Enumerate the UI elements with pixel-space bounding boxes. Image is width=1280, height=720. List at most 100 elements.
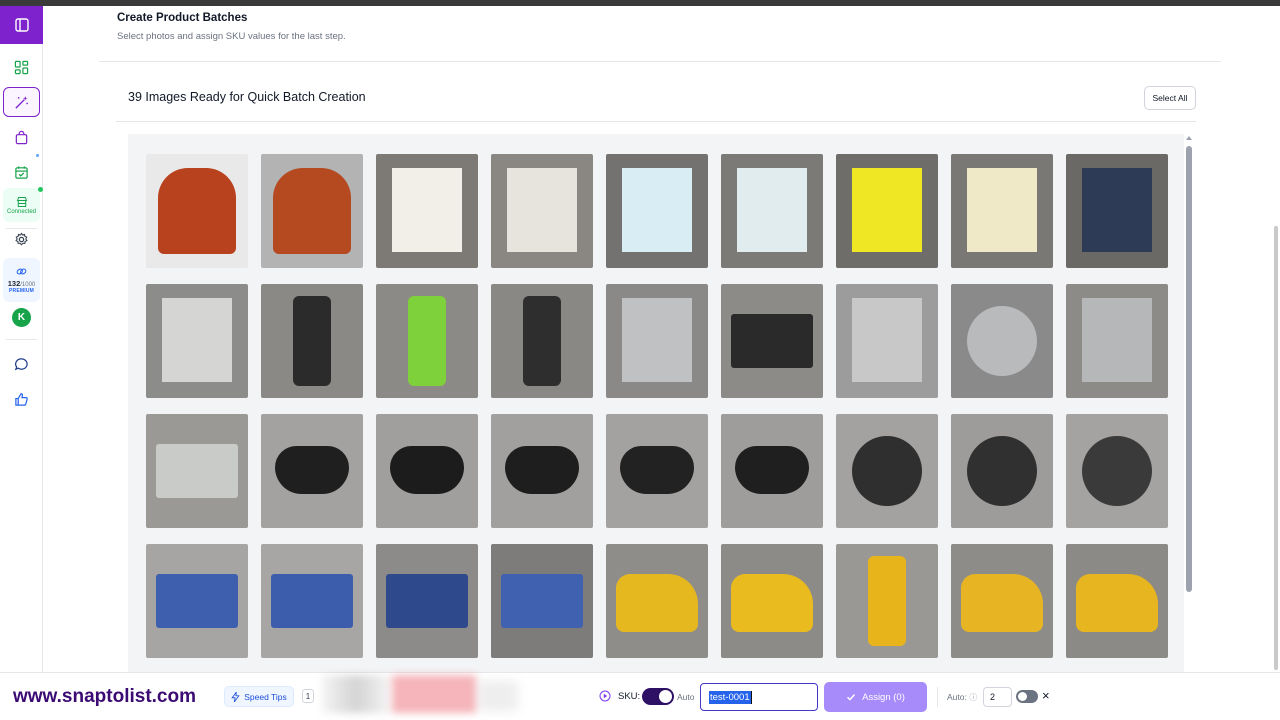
section-divider (116, 121, 1196, 122)
image-thumbnail[interactable] (836, 284, 938, 398)
thumbnail-subject (1082, 298, 1152, 382)
credits-usage-widget[interactable]: 132/1000 PREMIUM (3, 258, 40, 302)
image-thumbnail[interactable] (951, 544, 1053, 658)
image-grid (146, 154, 1168, 658)
store-connection-status[interactable]: Connected (3, 188, 40, 222)
gear-icon (15, 232, 28, 246)
image-thumbnail[interactable] (491, 154, 593, 268)
sku-auto-toggle[interactable] (642, 688, 674, 705)
auto-count-label: Auto: ⓘ (947, 692, 977, 703)
image-thumbnail[interactable] (261, 414, 363, 528)
image-thumbnail[interactable] (1066, 414, 1168, 528)
blurred-region (478, 681, 518, 711)
thumbnail-subject (967, 306, 1037, 376)
image-thumbnail[interactable] (261, 544, 363, 658)
image-thumbnail[interactable] (491, 544, 593, 658)
thumbnail-subject (622, 168, 692, 252)
thumbnail-subject (852, 436, 922, 506)
image-grid-container[interactable] (128, 134, 1184, 674)
image-thumbnail[interactable] (951, 414, 1053, 528)
thumbnail-subject (868, 556, 906, 646)
image-thumbnail[interactable] (1066, 154, 1168, 268)
image-thumbnail[interactable] (836, 544, 938, 658)
sidebar-item-chat[interactable] (3, 349, 40, 379)
thumbnail-subject (271, 574, 353, 628)
image-thumbnail[interactable] (606, 544, 708, 658)
image-thumbnail[interactable] (146, 284, 248, 398)
sidebar-item-batch-creator[interactable] (3, 87, 40, 117)
thumbnail-subject (501, 574, 583, 628)
image-thumbnail[interactable] (491, 284, 593, 398)
image-thumbnail[interactable] (721, 544, 823, 658)
thumbnail-subject (852, 168, 922, 252)
image-thumbnail[interactable] (146, 414, 248, 528)
image-thumbnail[interactable] (261, 284, 363, 398)
image-thumbnail[interactable] (721, 154, 823, 268)
text-cursor (751, 691, 752, 704)
image-thumbnail[interactable] (376, 544, 478, 658)
sidebar-divider (6, 339, 37, 340)
auto-count-text: Auto: (947, 692, 967, 702)
thumbnail-subject (731, 314, 813, 368)
info-icon[interactable]: ⓘ (969, 693, 977, 702)
play-circle-icon[interactable] (599, 690, 611, 702)
thumbnail-subject (408, 296, 446, 386)
image-thumbnail[interactable] (491, 414, 593, 528)
image-thumbnail[interactable] (606, 154, 708, 268)
thumbnail-subject (737, 168, 807, 252)
thumbnail-subject (392, 168, 462, 252)
image-thumbnail[interactable] (376, 284, 478, 398)
assign-label: Assign (0) (862, 691, 905, 703)
image-thumbnail[interactable] (606, 414, 708, 528)
sidebar-toggle-button[interactable] (0, 6, 43, 44)
thumbnail-subject (622, 298, 692, 382)
thumbnail-subject (1082, 168, 1152, 252)
chat-bubble-icon (14, 357, 28, 370)
image-thumbnail[interactable] (146, 544, 248, 658)
toolbar-divider (937, 687, 938, 707)
page-title: Create Product Batches (117, 12, 248, 24)
sidebar-item-settings[interactable] (3, 224, 40, 254)
thumbnail-subject (156, 574, 238, 628)
grid-scrollbar[interactable] (1186, 136, 1192, 666)
thumbs-up-icon (15, 392, 28, 406)
image-thumbnail[interactable] (376, 154, 478, 268)
select-all-button[interactable]: Select All (1144, 86, 1196, 110)
image-thumbnail[interactable] (836, 414, 938, 528)
grid-scroll-thumb[interactable] (1186, 146, 1192, 592)
thumbnail-subject (386, 574, 468, 628)
image-thumbnail[interactable] (721, 414, 823, 528)
sidebar-item-feedback[interactable] (3, 384, 40, 414)
auto-label: Auto (677, 692, 695, 702)
image-thumbnail[interactable] (606, 284, 708, 398)
sidebar-item-products[interactable] (3, 122, 40, 152)
assign-button[interactable]: Assign (0) (824, 682, 927, 712)
user-avatar[interactable]: K (12, 308, 31, 327)
link-icon (16, 268, 27, 275)
sku-input[interactable]: test-0001 (700, 683, 818, 711)
image-thumbnail[interactable] (1066, 284, 1168, 398)
image-thumbnail[interactable] (951, 154, 1053, 268)
magic-wand-icon (15, 95, 28, 109)
image-thumbnail[interactable] (146, 154, 248, 268)
image-thumbnail[interactable] (1066, 544, 1168, 658)
blurred-region (392, 675, 476, 713)
thumbnail-subject (523, 296, 561, 386)
close-bar-button[interactable]: × (1042, 688, 1050, 703)
auto-count-toggle[interactable] (1016, 690, 1038, 703)
page-scrollbar[interactable] (1274, 226, 1278, 670)
sidebar-panel-icon (14, 18, 29, 32)
image-thumbnail[interactable] (376, 414, 478, 528)
sidebar-item-schedule[interactable] (3, 157, 40, 187)
image-thumbnail[interactable] (836, 154, 938, 268)
speed-tips-button[interactable]: Speed Tips (224, 686, 294, 707)
scroll-up-arrow-icon[interactable] (1186, 136, 1192, 140)
sidebar-item-dashboard[interactable] (3, 52, 40, 82)
image-thumbnail[interactable] (951, 284, 1053, 398)
thumbnail-subject (507, 168, 577, 252)
thumbnail-subject (616, 574, 698, 632)
image-thumbnail[interactable] (261, 154, 363, 268)
auto-count-input[interactable] (983, 687, 1012, 707)
image-thumbnail[interactable] (721, 284, 823, 398)
thumbnail-subject (967, 436, 1037, 506)
